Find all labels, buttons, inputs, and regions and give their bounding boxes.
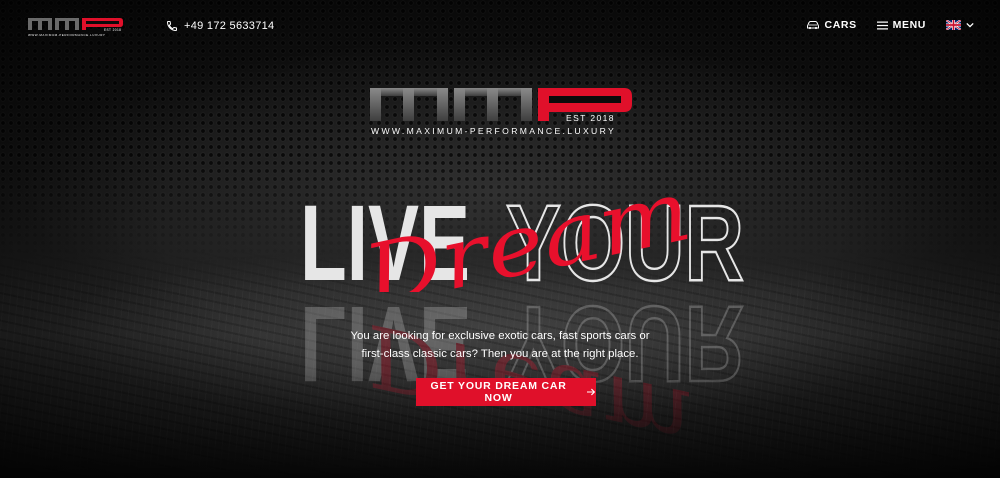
uk-flag-icon [946, 20, 961, 30]
mmp-logo-small-icon: EST 2018 WWW.MAXIMUM-PERFORMANCE.LUXURY [28, 18, 123, 37]
language-selector[interactable] [946, 20, 974, 30]
hero-tagline: You are looking for exclusive exotic car… [300, 327, 700, 363]
headline-live-your-dream: LIVE YOUR Dream [300, 182, 745, 292]
phone-icon [166, 21, 177, 32]
cars-label: CARS [824, 19, 857, 31]
phone-link[interactable]: +49 172 5633714 [166, 20, 274, 32]
menu-label: MENU [892, 19, 926, 31]
menu-button[interactable]: MENU [876, 19, 926, 31]
brand-url: WWW.MAXIMUM-PERFORMANCE.LUXURY [371, 126, 617, 136]
car-icon [806, 21, 819, 30]
phone-number: +49 172 5633714 [184, 20, 275, 32]
get-dream-car-button[interactable]: GET YOUR DREAM CAR NOW [416, 378, 596, 406]
arrow-right-icon [587, 388, 596, 396]
hamburger-icon [876, 21, 888, 29]
headline-reflection: LIVE YOUR Dream [300, 292, 745, 457]
cta-label: GET YOUR DREAM CAR NOW [430, 380, 567, 404]
est-label: EST 2018 [566, 113, 615, 123]
header-nav: CARS MENU [806, 19, 974, 31]
site-header: EST 2018 WWW.MAXIMUM-PERFORMANCE.LUXURY … [0, 0, 1000, 56]
header-logo[interactable]: EST 2018 WWW.MAXIMUM-PERFORMANCE.LUXURY [28, 15, 128, 37]
tagline-line-1: You are looking for exclusive exotic car… [350, 330, 650, 342]
chevron-down-icon [966, 22, 974, 28]
tagline-line-2: first-class classic cars? Then you are a… [361, 348, 639, 360]
cars-nav-link[interactable]: CARS [806, 19, 857, 31]
svg-text:WWW.MAXIMUM-PERFORMANCE.LUXURY: WWW.MAXIMUM-PERFORMANCE.LUXURY [28, 33, 105, 37]
svg-text:EST 2018: EST 2018 [104, 28, 121, 32]
hero-page: EST 2018 WWW.MAXIMUM-PERFORMANCE.LUXURY … [0, 0, 1000, 478]
